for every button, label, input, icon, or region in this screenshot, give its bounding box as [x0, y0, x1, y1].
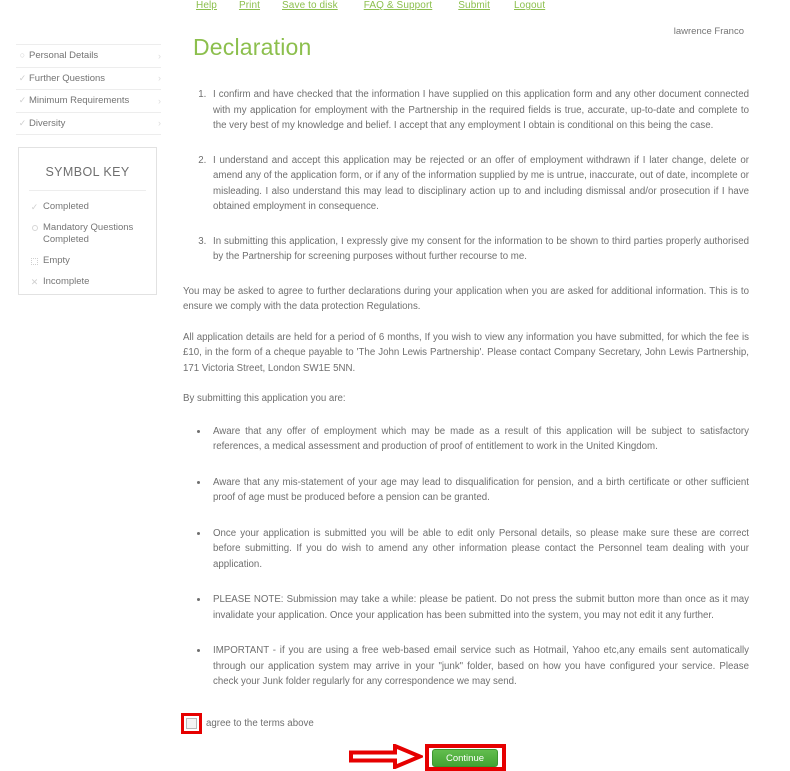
- list-item: I confirm and have checked that the info…: [209, 87, 749, 134]
- symbol-key-label: Incomplete: [43, 276, 90, 287]
- sidebar-navigation: ○ Personal Details › ✓ Further Questions…: [16, 44, 161, 135]
- annotation-highlight-continue-button: [425, 744, 506, 771]
- check-icon: ✓: [30, 202, 39, 212]
- dotted-box-icon: [28, 255, 41, 267]
- sidebar-item-minimum-requirements[interactable]: ✓ Minimum Requirements ›: [16, 90, 161, 113]
- list-item: IMPORTANT - if you are using a free web-…: [209, 643, 749, 690]
- list-item: Once your application is submitted you w…: [209, 526, 749, 573]
- nav-link-print[interactable]: Print: [239, 0, 260, 11]
- nav-link-submit[interactable]: Submit: [458, 0, 490, 11]
- main-content: Declaration I confirm and have checked t…: [183, 34, 749, 710]
- symbol-key-row-incomplete: ✕ Incomplete: [19, 276, 156, 288]
- symbol-key-row-empty: Empty: [19, 255, 156, 267]
- symbol-key-row-mandatory: Mandatory Questions Completed: [19, 222, 156, 246]
- sidebar-item-diversity[interactable]: ✓ Diversity ›: [16, 113, 161, 135]
- check-icon: ✓: [18, 72, 27, 83]
- list-item: Aware that any mis-statement of your age…: [209, 475, 749, 506]
- chevron-right-icon: ›: [158, 95, 161, 106]
- circle-icon: ○: [19, 50, 26, 61]
- check-icon: ✓: [18, 117, 27, 128]
- nav-link-logout[interactable]: Logout: [514, 0, 545, 11]
- sidebar-item-label: Diversity: [29, 117, 66, 129]
- nav-link-faq-support[interactable]: FAQ & Support: [364, 0, 433, 11]
- sidebar-item-label: Personal Details: [29, 50, 99, 62]
- symbol-key-label: Empty: [43, 255, 70, 266]
- annotation-arrow-icon: [349, 744, 423, 769]
- chevron-right-icon: ›: [158, 50, 161, 61]
- chevron-right-icon: ›: [158, 118, 161, 129]
- declaration-bullet-list: Aware that any offer of employment which…: [183, 424, 749, 690]
- agree-terms-row: agree to the terms above: [186, 718, 314, 729]
- check-icon: ✓: [18, 95, 27, 106]
- symbol-key-title: SYMBOL KEY: [45, 165, 130, 179]
- page-title: Declaration: [193, 34, 312, 60]
- sidebar-item-further-questions[interactable]: ✓ Further Questions ›: [16, 68, 161, 90]
- list-item: In submitting this application, I expres…: [209, 234, 749, 265]
- sidebar-item-label: Minimum Requirements: [29, 95, 130, 107]
- declaration-numbered-list: I confirm and have checked that the info…: [183, 87, 749, 265]
- chevron-right-icon: ›: [158, 73, 161, 84]
- nav-link-save-to-disk[interactable]: Save to disk: [282, 0, 338, 11]
- declaration-paragraph-2: All application details are held for a p…: [183, 331, 749, 374]
- list-item: I understand and accept this application…: [209, 153, 749, 215]
- symbol-key-label: Completed: [43, 201, 89, 212]
- list-item: Aware that any offer of employment which…: [209, 424, 749, 455]
- agree-terms-label: agree to the terms above: [206, 718, 314, 729]
- sidebar-item-personal-details[interactable]: ○ Personal Details ›: [16, 44, 161, 68]
- list-item: PLEASE NOTE: Submission may take a while…: [209, 592, 749, 623]
- symbol-key-label: Mandatory Questions Completed: [43, 222, 134, 245]
- symbol-key-row-completed: ✓ Completed: [19, 201, 156, 213]
- cross-icon: ✕: [30, 277, 39, 287]
- sidebar-item-label: Further Questions: [29, 72, 106, 84]
- annotation-highlight-checkbox: [181, 713, 202, 734]
- nav-link-help[interactable]: Help: [196, 0, 217, 11]
- top-navigation: Help Print Save to disk FAQ & Support Su…: [196, 0, 596, 16]
- declaration-paragraph-3: By submitting this application you are:: [183, 393, 346, 404]
- divider: [29, 190, 146, 191]
- declaration-paragraph-1: You may be asked to agree to further dec…: [183, 285, 749, 313]
- symbol-key-panel: SYMBOL KEY ✓ Completed Mandatory Questio…: [18, 147, 157, 295]
